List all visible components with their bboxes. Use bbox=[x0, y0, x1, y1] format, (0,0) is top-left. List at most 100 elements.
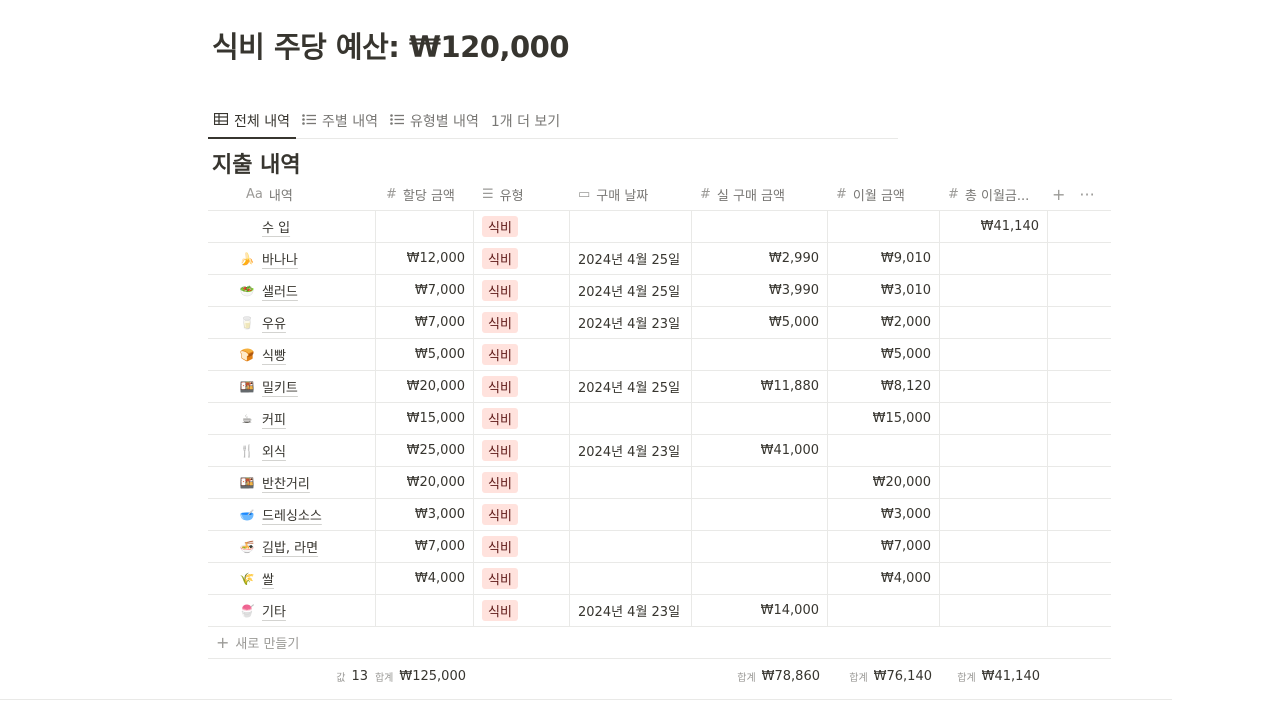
carry-cell[interactable]: ₩4,000 bbox=[828, 563, 940, 594]
carry-cell[interactable]: ₩2,000 bbox=[828, 307, 940, 338]
row-name[interactable]: 쌀 bbox=[262, 569, 274, 588]
more-options-icon[interactable]: ··· bbox=[1079, 185, 1094, 204]
actual-cell[interactable] bbox=[692, 531, 828, 562]
total-carry-cell[interactable] bbox=[940, 499, 1048, 530]
date-cell[interactable] bbox=[570, 403, 692, 434]
name-cell[interactable]: ☕ 커피 bbox=[208, 403, 376, 434]
carry-cell[interactable]: ₩15,000 bbox=[828, 403, 940, 434]
alloc-cell[interactable]: ₩7,000 bbox=[376, 275, 474, 306]
name-cell[interactable]: 🥛 우유 bbox=[208, 307, 376, 338]
row-name[interactable]: 바나나 bbox=[262, 249, 298, 268]
total-carry-cell[interactable]: ₩41,140 bbox=[940, 211, 1048, 242]
date-cell[interactable]: 2024년 4월 25일 bbox=[570, 243, 692, 274]
carry-cell[interactable]: ₩7,000 bbox=[828, 531, 940, 562]
total-carry-cell[interactable] bbox=[940, 403, 1048, 434]
footer-total-carry-sum[interactable]: 합계 ₩41,140 bbox=[940, 659, 1048, 693]
name-cell[interactable]: 🍴 외식 bbox=[208, 435, 376, 466]
actual-cell[interactable]: ₩3,990 bbox=[692, 275, 828, 306]
total-carry-cell[interactable] bbox=[940, 275, 1048, 306]
name-cell[interactable]: 🍱 밀키트 bbox=[208, 371, 376, 402]
date-cell[interactable] bbox=[570, 531, 692, 562]
type-cell[interactable]: 식비 bbox=[474, 243, 570, 274]
alloc-cell[interactable]: ₩12,000 bbox=[376, 243, 474, 274]
actual-cell[interactable] bbox=[692, 211, 828, 242]
carry-cell[interactable]: ₩8,120 bbox=[828, 371, 940, 402]
carry-cell[interactable]: ₩9,010 bbox=[828, 243, 940, 274]
actual-cell[interactable] bbox=[692, 403, 828, 434]
total-carry-cell[interactable] bbox=[940, 339, 1048, 370]
total-carry-cell[interactable] bbox=[940, 243, 1048, 274]
type-cell[interactable]: 식비 bbox=[474, 403, 570, 434]
actual-cell[interactable] bbox=[692, 563, 828, 594]
alloc-cell[interactable]: ₩25,000 bbox=[376, 435, 474, 466]
type-cell[interactable]: 식비 bbox=[474, 339, 570, 370]
name-cell[interactable]: 🍧 기타 bbox=[208, 595, 376, 626]
type-cell[interactable]: 식비 bbox=[474, 467, 570, 498]
actual-cell[interactable] bbox=[692, 499, 828, 530]
column-header-carry[interactable]: # 이월 금액 bbox=[828, 178, 940, 210]
footer-alloc-sum[interactable]: 합계 ₩125,000 bbox=[375, 659, 474, 693]
date-cell[interactable] bbox=[570, 499, 692, 530]
row-name[interactable]: 반찬거리 bbox=[262, 473, 310, 492]
actual-cell[interactable]: ₩14,000 bbox=[692, 595, 828, 626]
actual-cell[interactable] bbox=[692, 339, 828, 370]
row-name[interactable]: 샐러드 bbox=[262, 281, 298, 300]
type-cell[interactable]: 식비 bbox=[474, 371, 570, 402]
row-name[interactable]: 우유 bbox=[262, 313, 286, 332]
carry-cell[interactable]: ₩5,000 bbox=[828, 339, 940, 370]
name-cell[interactable]: 🍜 김밥, 라면 bbox=[208, 531, 376, 562]
actual-cell[interactable]: ₩41,000 bbox=[692, 435, 828, 466]
type-cell[interactable]: 식비 bbox=[474, 531, 570, 562]
date-cell[interactable]: 2024년 4월 25일 bbox=[570, 371, 692, 402]
type-cell[interactable]: 식비 bbox=[474, 595, 570, 626]
carry-cell[interactable]: ₩20,000 bbox=[828, 467, 940, 498]
row-name[interactable]: 외식 bbox=[262, 441, 286, 460]
alloc-cell[interactable]: ₩4,000 bbox=[376, 563, 474, 594]
name-cell[interactable]: 🍞 식빵 bbox=[208, 339, 376, 370]
row-name[interactable]: 기타 bbox=[262, 601, 286, 620]
total-carry-cell[interactable] bbox=[940, 371, 1048, 402]
name-cell[interactable]: 🥣 드레싱소스 bbox=[208, 499, 376, 530]
date-cell[interactable] bbox=[570, 339, 692, 370]
date-cell[interactable]: 2024년 4월 23일 bbox=[570, 307, 692, 338]
type-cell[interactable]: 식비 bbox=[474, 499, 570, 530]
date-cell[interactable]: 2024년 4월 23일 bbox=[570, 435, 692, 466]
column-header-actual[interactable]: # 실 구매 금액 bbox=[692, 178, 828, 210]
actual-cell[interactable]: ₩5,000 bbox=[692, 307, 828, 338]
footer-carry-sum[interactable]: 합계 ₩76,140 bbox=[828, 659, 940, 693]
footer-type-empty[interactable] bbox=[474, 659, 570, 693]
actual-cell[interactable]: ₩11,880 bbox=[692, 371, 828, 402]
alloc-cell[interactable]: ₩3,000 bbox=[376, 499, 474, 530]
date-cell[interactable] bbox=[570, 211, 692, 242]
type-cell[interactable]: 식비 bbox=[474, 307, 570, 338]
date-cell[interactable]: 2024년 4월 25일 bbox=[570, 275, 692, 306]
name-cell[interactable]: 🍌 바나나 bbox=[208, 243, 376, 274]
new-row-button[interactable]: + 새로 만들기 bbox=[208, 627, 1111, 659]
actual-cell[interactable]: ₩2,990 bbox=[692, 243, 828, 274]
type-cell[interactable]: 식비 bbox=[474, 211, 570, 242]
column-header-type[interactable]: ☰ 유형 bbox=[474, 178, 570, 210]
column-header-total-carry[interactable]: # 총 이월금... bbox=[940, 178, 1048, 210]
row-name[interactable]: 드레싱소스 bbox=[262, 505, 322, 524]
date-cell[interactable] bbox=[570, 563, 692, 594]
tab-more-views[interactable]: 1개 더 보기 bbox=[485, 104, 566, 138]
carry-cell[interactable]: ₩3,000 bbox=[828, 499, 940, 530]
alloc-cell[interactable]: ₩20,000 bbox=[376, 467, 474, 498]
row-name[interactable]: 김밥, 라면 bbox=[262, 537, 318, 556]
type-cell[interactable]: 식비 bbox=[474, 563, 570, 594]
tab-type-records[interactable]: 유형별 내역 bbox=[384, 104, 485, 138]
alloc-cell[interactable]: ₩7,000 bbox=[376, 307, 474, 338]
type-cell[interactable]: 식비 bbox=[474, 275, 570, 306]
alloc-cell[interactable]: ₩15,000 bbox=[376, 403, 474, 434]
alloc-cell[interactable]: ₩7,000 bbox=[376, 531, 474, 562]
alloc-cell[interactable]: ₩20,000 bbox=[376, 371, 474, 402]
type-cell[interactable]: 식비 bbox=[474, 435, 570, 466]
total-carry-cell[interactable] bbox=[940, 435, 1048, 466]
alloc-cell[interactable] bbox=[376, 595, 474, 626]
date-cell[interactable] bbox=[570, 467, 692, 498]
name-cell[interactable]: 🌾 쌀 bbox=[208, 563, 376, 594]
column-header-alloc[interactable]: # 할당 금액 bbox=[376, 178, 474, 210]
carry-cell[interactable] bbox=[828, 211, 940, 242]
add-property-icon[interactable]: + bbox=[1052, 185, 1065, 204]
carry-cell[interactable] bbox=[828, 595, 940, 626]
